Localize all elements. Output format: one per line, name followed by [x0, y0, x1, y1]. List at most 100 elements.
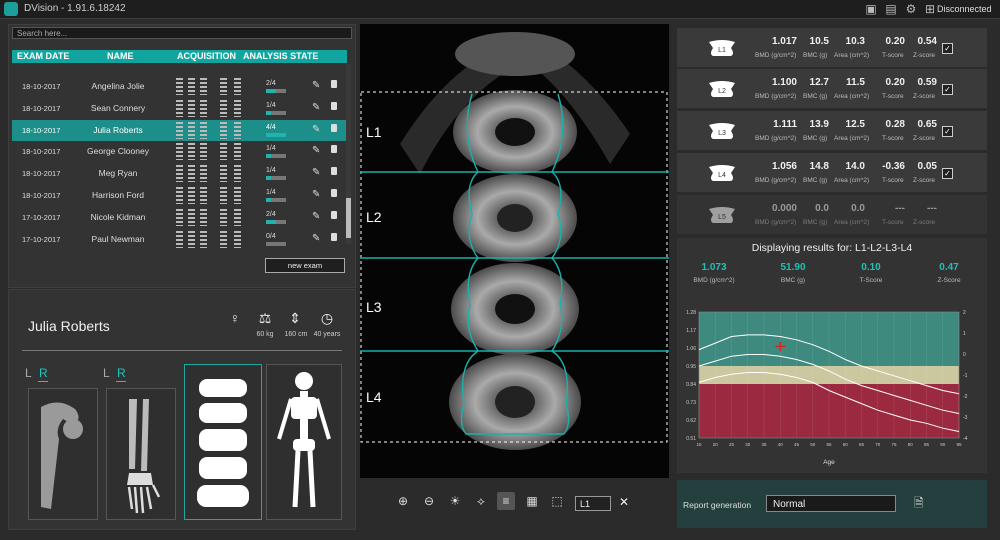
y-tick-label: 0.51 [686, 436, 696, 442]
row-date: 17-10-2017 [22, 212, 61, 222]
edit-icon[interactable]: ✎ [312, 102, 320, 113]
table-row[interactable]: 18-10-2017 Angelina Jolie 2/4 ✎ [12, 76, 347, 97]
generate-report-icon[interactable]: 🗎 [914, 494, 930, 512]
network-icon[interactable]: ⊞ [923, 2, 937, 16]
save-icon[interactable]: ▣ [864, 2, 878, 16]
table-row[interactable]: 17-10-2017 Nicole Kidman 2/4 ✎ [12, 207, 347, 228]
vertebra-card-l5: L5 0.000 0.0 0.0 --- --- BMD (g/cm^2) BMC (g) Ar… [677, 195, 987, 234]
col-analysis-state[interactable]: ANALYSIS STATE [243, 51, 318, 61]
table-row[interactable]: 18-10-2017 Harrison Ford 1/4 ✎ [12, 185, 347, 206]
edit-icon[interactable]: ✎ [312, 80, 320, 91]
level-select[interactable]: L1 [575, 496, 611, 511]
table-row[interactable]: 18-10-2017 Julia Roberts 4/4 ✎ [12, 119, 347, 141]
result-bmd: 1.073 [701, 262, 727, 273]
t-score-tick-label: 1 [963, 331, 966, 337]
table-row[interactable]: 18-10-2017 Meg Ryan 1/4 ✎ [12, 163, 347, 184]
vertebra-area: 14.0 [845, 161, 865, 172]
delete-icon[interactable] [331, 210, 337, 219]
unit-tscore: T-score [882, 93, 904, 100]
delete-icon[interactable] [331, 101, 337, 110]
vertebra-tscore: 0.28 [885, 119, 905, 130]
vertebra-include-checkbox[interactable]: ✓ [942, 168, 953, 179]
table-scroll-thumb[interactable] [346, 198, 351, 238]
row-progress-bar [266, 241, 286, 246]
table-row[interactable]: 17-10-2017 Paul Newman 0/4 ✎ [12, 229, 347, 250]
row-progress-bar [266, 132, 286, 137]
spine-scan-image[interactable]: L1 L2 L3 L4 [360, 24, 669, 478]
unit-tscore: T-score [882, 52, 904, 59]
forearm-exam-button[interactable] [106, 388, 176, 520]
arm-left-toggle[interactable]: L [103, 366, 110, 380]
edit-icon[interactable]: ✎ [312, 124, 320, 135]
spine-exam-button[interactable] [184, 364, 262, 520]
vertebra-area: 11.5 [846, 77, 865, 88]
new-exam-button[interactable]: new exam [265, 258, 345, 273]
brightness-icon[interactable]: ☀ [446, 492, 464, 510]
edit-icon[interactable]: ✎ [312, 189, 320, 200]
hip-right-toggle[interactable]: R [39, 366, 48, 380]
whole-body-exam-button[interactable] [266, 364, 342, 520]
title-bar: DVision - 1.91.6.18242 ▣ ▤ ⚙ ⊞ Disconnec… [0, 0, 1000, 19]
delete-icon[interactable] [331, 189, 337, 197]
skeleton-icon [277, 372, 331, 508]
vertebra-bmd: 1.111 [773, 119, 797, 130]
hip-side-underline [38, 381, 48, 382]
roi-select-icon[interactable]: ⬚ [548, 492, 566, 510]
vertebra-include-checkbox[interactable]: ✓ [942, 126, 953, 137]
col-acquisition[interactable]: ACQUISITION [177, 51, 236, 61]
arm-right-toggle[interactable]: R [117, 366, 126, 380]
edit-icon[interactable]: ✎ [312, 211, 320, 222]
vertebra-include-checkbox[interactable]: ✓ [942, 43, 953, 54]
row-name: Angelina Jolie [91, 81, 145, 91]
edit-icon[interactable]: ✎ [312, 145, 320, 156]
report-type-select[interactable]: Normal [766, 495, 896, 512]
zoom-out-icon[interactable]: ⊖ [420, 492, 438, 510]
vertebra-mode-icon[interactable]: ≡ [497, 492, 515, 510]
zoom-in-icon[interactable]: ⊕ [394, 492, 412, 510]
acquisition-icons [176, 143, 246, 161]
row-name: Sean Connery [90, 102, 146, 113]
vertebra-tscore: 0.20 [885, 36, 905, 47]
delete-icon[interactable] [331, 167, 337, 176]
vertebra-bmc: 10.5 [809, 36, 829, 47]
x-tick-label: 60 [843, 442, 849, 447]
vertebra-bmd: 1.056 [771, 161, 797, 172]
row-name: Harrison Ford [92, 190, 144, 200]
acquisition-icons [176, 121, 246, 139]
vertebra-include-checkbox[interactable]: ✓ [942, 84, 953, 95]
hip-bone-icon [41, 402, 83, 509]
unit-bmd: BMD (g/cm^2) [755, 177, 797, 184]
row-analysis-state: 4/4 [266, 123, 276, 131]
vertebra-tscore: -0.36 [882, 161, 905, 172]
delete-icon[interactable] [331, 232, 337, 241]
settings-gear-icon[interactable]: ⚙ [904, 2, 918, 16]
clipboard-icon[interactable]: ▤ [884, 2, 898, 16]
delete-icon[interactable] [331, 145, 337, 154]
vertebra-icon: L2 [709, 81, 735, 97]
vertebra-zscore: 0.59 [917, 77, 937, 88]
acquisition-icons [176, 187, 246, 204]
table-row[interactable]: 18-10-2017 Sean Connery 1/4 ✎ [12, 98, 347, 119]
hip-left-toggle[interactable]: L [25, 366, 32, 380]
unit-zscore: Z-score [913, 93, 936, 100]
grid-icon[interactable]: ▦ [523, 492, 541, 510]
row-progress-bar [266, 219, 286, 224]
edit-icon[interactable]: ✎ [312, 167, 320, 178]
delete-icon[interactable] [331, 80, 337, 88]
delete-icon[interactable] [331, 123, 337, 132]
close-icon[interactable]: ✕ [619, 495, 629, 509]
unit-zscore: Z-score [913, 52, 936, 59]
patient-name: Julia Roberts [28, 318, 110, 334]
unit-bmc: BMC (g) [803, 135, 828, 142]
hip-exam-button[interactable] [28, 388, 98, 520]
col-name[interactable]: NAME [107, 51, 134, 61]
table-row[interactable]: 18-10-2017 George Clooney 1/4 ✎ [12, 141, 347, 162]
search-input[interactable]: Search here... [12, 27, 352, 39]
vertebra-zscore: --- [927, 203, 937, 214]
edit-icon[interactable]: ✎ [312, 233, 320, 244]
col-exam-date[interactable]: EXAM DATE [17, 51, 69, 61]
result-zscore: 0.47 [939, 262, 959, 273]
contour-edit-icon[interactable]: ⟡ [472, 492, 490, 510]
row-name: Nicole Kidman [90, 211, 146, 222]
unit-bmd: BMD (g/cm^2) [755, 135, 797, 142]
